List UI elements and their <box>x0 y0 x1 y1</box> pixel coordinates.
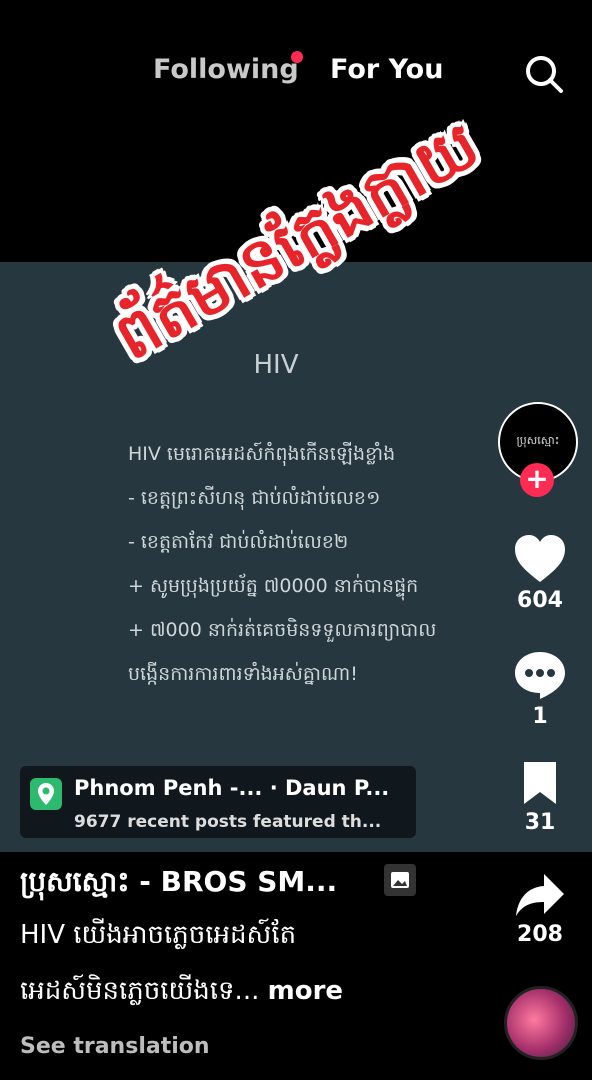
bookmark-count: 31 <box>524 810 556 835</box>
photo-badge-icon <box>384 864 416 896</box>
caption-line-1: HIV យើងអាចភ្លេចអេដស៍តែ <box>20 920 297 950</box>
search-icon <box>526 56 563 93</box>
location-tag[interactable]: Phnom Penh -... · Daun P... 9677 recent … <box>20 766 416 838</box>
video-text-line: HIV មេរោគអេដស៍កំពុងកើនឡើងខ្លាំង <box>128 443 396 465</box>
author-name[interactable]: ប្រុសស្មោះ - BROS SM... <box>20 864 337 905</box>
share-icon <box>516 874 564 916</box>
comment-button[interactable]: 1 <box>510 650 570 729</box>
music-disc[interactable] <box>504 986 578 1060</box>
comment-count: 1 <box>532 704 548 729</box>
location-pin-icon <box>30 778 62 810</box>
bookmark-icon <box>524 762 556 804</box>
comment-icon <box>515 652 565 699</box>
see-translation-link[interactable]: See translation <box>20 1034 210 1059</box>
video-text-block: HIV មេរោគអេដស៍កំពុងកើនឡើងខ្លាំង - ខេត្តព… <box>128 432 508 696</box>
more-link[interactable]: more <box>268 976 343 1006</box>
heart-icon <box>515 535 565 582</box>
tab-for-you[interactable]: For You <box>330 54 443 85</box>
like-button[interactable]: 604 <box>510 534 570 613</box>
share-button[interactable]: 208 <box>510 872 570 947</box>
caption-line-2: អេដស៍មិនភ្លេចយើងទេ... more <box>20 974 343 1012</box>
share-count: 208 <box>517 922 563 947</box>
caption-text: អេដស៍មិនភ្លេចយើងទេ... <box>20 976 260 1006</box>
tab-following[interactable]: Following <box>153 54 299 85</box>
location-name: Phnom Penh -... · Daun P... <box>74 776 390 800</box>
location-subtitle: 9677 recent posts featured th... <box>74 812 382 832</box>
bookmark-button[interactable]: 31 <box>510 760 570 835</box>
notification-dot <box>291 51 303 63</box>
video-text-line: - ខេត្តព្រះសីហនុ ជាប់លំដាប់លេខ១ <box>128 487 381 509</box>
like-count: 604 <box>517 588 563 613</box>
plus-icon: + <box>525 462 549 495</box>
video-text-line: - ខេត្តតាកែវ ជាប់លំដាប់លេខ២ <box>128 531 349 553</box>
video-text-line: បង្កើនការការពារទាំងអស់គ្នាណា! <box>128 663 358 685</box>
video-text-line: + សូមប្រុងប្រយ័ត្ន ៧0000 នាក់បានផ្ទុក <box>128 575 419 597</box>
follow-button[interactable]: + <box>520 463 554 497</box>
search-button[interactable] <box>522 52 566 96</box>
creator-avatar[interactable]: ប្រុសស្មោះ + <box>498 402 578 497</box>
video-text-line: + ៧000 នាក់រត់គេចមិនទទួលការព្យាបាល <box>128 619 437 641</box>
